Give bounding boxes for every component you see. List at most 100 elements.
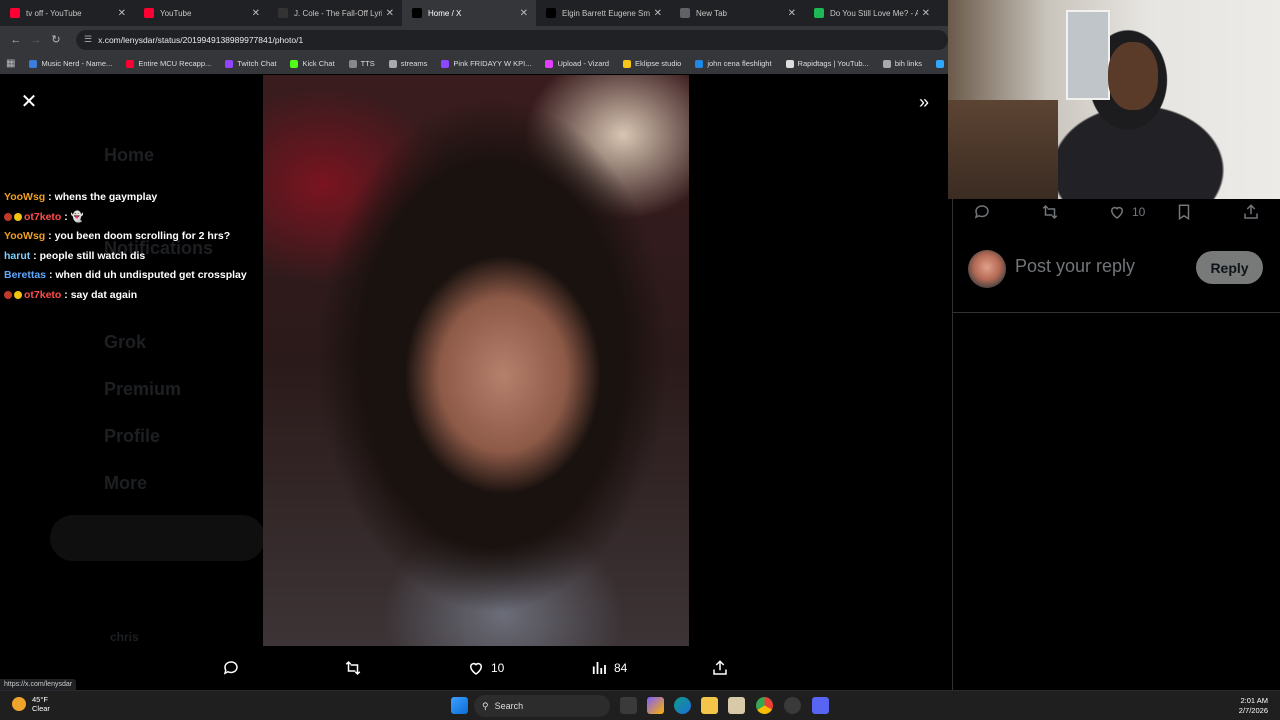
weather-widget[interactable]: 45°F Clear — [12, 695, 50, 713]
share-icon[interactable] — [1242, 203, 1260, 221]
chat-message: YooWsg : you been doom scrolling for 2 h… — [4, 227, 247, 247]
tab-favicon-icon — [814, 8, 824, 18]
bookmark-item[interactable]: Rapidtags | YouTub... — [785, 59, 869, 68]
address-bar-url: x.com/lenysdar/status/201994913898997784… — [98, 34, 304, 45]
tab-favicon-icon — [680, 8, 690, 18]
browser-tab[interactable]: New Tab ✕ — [670, 0, 804, 26]
close-icon[interactable]: ✕ — [20, 92, 38, 112]
browser-tab[interactable]: Home / X ✕ — [402, 0, 536, 26]
avatar — [968, 250, 1006, 288]
next-photo-icon[interactable]: » — [915, 93, 933, 111]
chat-username: harut — [4, 249, 31, 262]
share-icon — [713, 660, 727, 675]
file-explorer-icon[interactable] — [701, 697, 718, 714]
bookmark-item[interactable]: Upload - Vizard — [545, 59, 609, 68]
repost-icon[interactable] — [1041, 203, 1059, 221]
bookmark-favicon-icon — [348, 59, 357, 68]
tab-close-icon[interactable]: ✕ — [386, 8, 394, 19]
task-view-icon[interactable] — [620, 697, 637, 714]
bookmark-item[interactable]: Twitch Chat — [225, 59, 276, 68]
view-count: 84 — [614, 661, 628, 675]
site-info-icon[interactable]: ☰ — [84, 34, 92, 45]
chat-separator: : — [61, 210, 71, 223]
bookmark-icon[interactable] — [1175, 203, 1193, 221]
bookmark-item[interactable]: streams — [388, 59, 427, 68]
nav-more: More — [104, 473, 148, 493]
forward-icon[interactable]: → — [26, 34, 46, 46]
obs-icon[interactable] — [784, 697, 801, 714]
start-icon[interactable] — [451, 697, 468, 714]
post-detail-column: 10 Post your reply Reply — [952, 199, 1280, 690]
bookmark-item[interactable]: bih links — [882, 59, 922, 68]
bookmark-item[interactable]: john cena fleshlight — [695, 59, 772, 68]
weather-condition: Clear — [32, 704, 50, 713]
browser-tab[interactable]: J. Cole - The Fall-Off Lyrics ✕ — [268, 0, 402, 26]
bookmark-item[interactable]: Eklipse studio — [623, 59, 681, 68]
chrome-icon[interactable] — [756, 697, 773, 714]
reply-action[interactable] — [222, 650, 246, 686]
photo-action-bar: 10 84 — [0, 650, 952, 686]
tab-title: Do You Still Love Me? - All — [830, 8, 918, 18]
bookmark-favicon-icon — [935, 59, 944, 68]
tab-close-icon[interactable]: ✕ — [118, 8, 126, 19]
discord-icon[interactable] — [812, 697, 829, 714]
chat-message: ot7keto : 👻 — [4, 208, 247, 228]
bookmark-favicon-icon — [545, 59, 554, 68]
reload-icon[interactable]: ↻ — [46, 33, 66, 46]
tab-close-icon[interactable]: ✕ — [922, 8, 930, 19]
reply-input[interactable]: Post your reply — [1015, 256, 1135, 277]
edge-icon[interactable] — [674, 697, 691, 714]
tab-close-icon[interactable]: ✕ — [252, 8, 260, 19]
bookmark-favicon-icon — [623, 59, 632, 68]
post-photo — [263, 75, 689, 646]
tab-title: YouTube — [160, 8, 192, 18]
webcam-overlay — [948, 0, 1280, 199]
apps-icon[interactable]: ▦ — [6, 58, 15, 69]
share-action[interactable] — [711, 650, 735, 686]
tab-favicon-icon — [144, 8, 154, 18]
status-link-preview: https://x.com/lenysdar — [0, 679, 77, 690]
bookmark-item[interactable]: Photop — [935, 59, 948, 68]
webcam-person — [1108, 42, 1158, 110]
tab-close-icon[interactable]: ✕ — [654, 8, 662, 19]
address-bar[interactable]: ☰ x.com/lenysdar/status/2019949138989977… — [76, 29, 948, 50]
back-icon[interactable]: ← — [6, 34, 26, 46]
chat-separator: : — [45, 191, 55, 203]
tab-close-icon[interactable]: ✕ — [788, 8, 796, 19]
bookmark-item[interactable]: Entire MCU Recapp... — [126, 59, 211, 68]
system-clock[interactable]: 2:01 AM 2/7/2026 — [1239, 696, 1268, 716]
heart-icon — [1110, 206, 1124, 219]
browser-tab[interactable]: Do You Still Love Me? - All ✕ — [804, 0, 938, 26]
views-action[interactable]: 84 — [590, 650, 627, 686]
chat-text: people still watch dis — [39, 249, 146, 262]
repost-action[interactable] — [344, 650, 368, 686]
like-count: 10 — [1132, 205, 1146, 219]
bookmark-favicon-icon — [29, 59, 38, 68]
bookmark-item[interactable]: Music Nerd - Name... — [29, 59, 112, 68]
bookmark-item[interactable]: Kick Chat — [290, 59, 335, 68]
store-icon[interactable] — [728, 697, 745, 714]
bookmark-favicon-icon — [126, 59, 135, 68]
chat-username: Berettas — [4, 269, 47, 281]
taskbar-search[interactable]: ⚲ Search — [474, 695, 610, 717]
like-button[interactable]: 10 — [1108, 203, 1145, 221]
copilot-icon[interactable] — [647, 697, 664, 714]
browser-tab[interactable]: tv off - YouTube ✕ — [0, 0, 134, 26]
webcam-shelf — [948, 100, 1058, 199]
bookmark-item[interactable]: Pink FRIDAYY W KPI... — [441, 59, 531, 68]
chat-separator: : — [30, 249, 40, 262]
chat-text: say dat again — [70, 288, 138, 301]
reply-icon[interactable] — [973, 203, 991, 221]
like-action[interactable]: 10 — [467, 650, 504, 686]
taskbar-search-label: Search — [494, 701, 524, 711]
bookmark-item[interactable]: TTS — [348, 59, 375, 68]
tab-title: New Tab — [696, 8, 727, 18]
reply-button[interactable]: Reply — [1196, 251, 1263, 284]
chat-message: YooWsg : whens the gaymplay — [4, 188, 247, 208]
browser-tab[interactable]: Elgin Barrett Eugene Sm ✕ — [536, 0, 670, 26]
nav-grok: Grok — [104, 332, 147, 352]
tab-title: J. Cole - The Fall-Off Lyrics — [294, 8, 382, 18]
chat-username: ot7keto — [24, 288, 62, 301]
browser-tab[interactable]: YouTube ✕ — [134, 0, 268, 26]
tab-close-icon[interactable]: ✕ — [520, 8, 528, 19]
